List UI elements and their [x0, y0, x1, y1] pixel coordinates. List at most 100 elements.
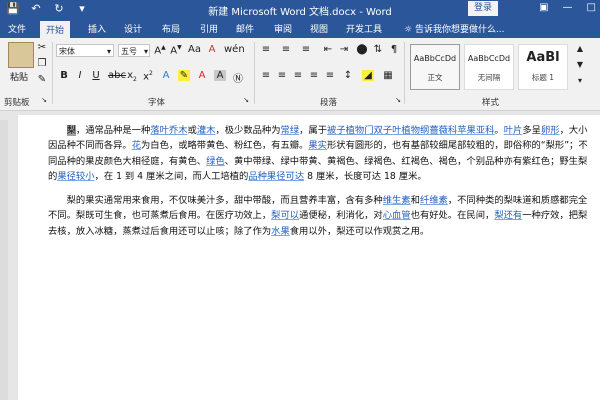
character-shading-icon[interactable]: A [214, 70, 226, 81]
paragraph-group-label: 段落 [320, 98, 338, 108]
style-name: 无间隔 [477, 73, 501, 82]
multilevel-list-icon[interactable]: ≡ [300, 44, 312, 55]
link-text[interactable]: 叶片 [504, 125, 523, 136]
chevron-down-icon: ▾ [143, 47, 148, 56]
style-name: 标题 1 [531, 73, 555, 82]
body-text: ，属于 [299, 125, 328, 136]
minimize-icon[interactable]: — [563, 2, 573, 13]
title-bar: 💾 ↶ ↻ ▾ 新建 Microsoft Word 文档.docx - Word… [0, 0, 600, 19]
window-title: 新建 Microsoft Word 文档.docx - Word [208, 7, 392, 18]
link-text[interactable]: 花 [132, 140, 141, 151]
link-text[interactable]: 梨可以 [271, 210, 299, 221]
copy-icon[interactable]: ❐ [36, 58, 48, 69]
link-text[interactable]: 双子叶植物纲 [374, 125, 430, 136]
tab-mailings[interactable]: 邮件 [236, 22, 254, 35]
borders-icon[interactable]: ▦ [382, 70, 394, 81]
distributed-icon[interactable]: ≡ [324, 70, 336, 81]
tell-me-box[interactable]: ☼ 告诉我你想要做什么... [404, 22, 505, 35]
chinese-layout-icon[interactable]: ⬤ [356, 44, 368, 55]
link-text[interactable]: 心血管 [383, 210, 411, 221]
bold-icon[interactable]: B [58, 70, 70, 81]
tab-view[interactable]: 视图 [310, 22, 328, 35]
strikethrough-icon[interactable]: abc [108, 70, 126, 81]
style-normal[interactable]: AaBbCcDd 正文 [410, 44, 460, 90]
decrease-indent-icon[interactable]: ⇤ [322, 44, 334, 55]
paragraph-2: 梨的果实通常用来食用，不仅味美汁多，甜中带酸，而且营养丰富，含有多种维生素和纤维… [48, 193, 593, 239]
enclose-characters-icon[interactable]: Ⓝ [232, 70, 244, 85]
align-right-icon[interactable]: ≡ [292, 70, 304, 81]
font-name-value: 宋体 [59, 47, 75, 56]
grow-font-icon[interactable]: A▲ [154, 44, 166, 56]
window-controls: ▣ — □ [539, 2, 596, 13]
link-text[interactable]: 品种果径可达 [248, 171, 304, 182]
tab-references[interactable]: 引用 [200, 22, 218, 35]
link-text[interactable]: 梨还有 [494, 210, 522, 221]
justify-icon[interactable]: ≡ [308, 70, 320, 81]
tab-file[interactable]: 文件 [8, 22, 26, 35]
link-text[interactable]: 卵形 [541, 125, 560, 136]
link-text[interactable]: 果实 [308, 140, 327, 151]
numbering-icon[interactable]: ≡ [280, 44, 292, 55]
ribbon-display-icon[interactable]: ▣ [539, 2, 548, 13]
tab-developer[interactable]: 开发工具 [346, 22, 382, 35]
document-page[interactable]: 梨，通常品种是一种落叶乔木或灌木，极少数品种为常绿，属于被子植物门双子叶植物纲蔷… [18, 115, 600, 400]
increase-indent-icon[interactable]: ⇥ [338, 44, 350, 55]
shrink-font-icon[interactable]: A▼ [170, 44, 182, 56]
subscript-icon[interactable]: x2 [126, 70, 138, 83]
paragraph-launcher-icon[interactable]: ↘ [392, 96, 404, 104]
link-text[interactable]: 绿色 [206, 156, 225, 167]
show-marks-icon[interactable]: ¶ [388, 44, 400, 55]
body-text: 。 [494, 125, 504, 136]
italic-icon[interactable]: I [74, 70, 86, 81]
style-heading-1[interactable]: AaBl 标题 1 [518, 44, 568, 90]
tab-design[interactable]: 设计 [124, 22, 142, 35]
chevron-down-icon: ▾ [106, 47, 111, 56]
link-text[interactable]: 蔷薇科苹果亚科 [429, 125, 494, 136]
link-text[interactable]: 落叶乔木 [150, 125, 187, 136]
phonetic-guide-icon[interactable]: wén [224, 44, 245, 55]
font-size-dropdown[interactable]: 五号 ▾ [118, 44, 150, 57]
tab-home[interactable]: 开始 [40, 21, 71, 38]
change-case-icon[interactable]: Aa [188, 44, 201, 55]
tab-review[interactable]: 审阅 [274, 22, 292, 35]
bullets-icon[interactable]: ≡ [260, 44, 272, 55]
link-text[interactable]: 纤维素 [420, 195, 448, 206]
font-color-icon[interactable]: A [196, 70, 208, 81]
styles-scroll-up-icon[interactable]: ▲ [574, 44, 586, 53]
cut-icon[interactable]: ✂ [36, 42, 48, 53]
maximize-icon[interactable]: □ [587, 2, 596, 13]
link-text[interactable]: 常绿 [281, 125, 300, 136]
link-text[interactable]: 维生素 [383, 195, 411, 206]
login-button[interactable]: 登录 [468, 1, 498, 16]
style-no-spacing[interactable]: AaBbCcDd 无间隔 [464, 44, 514, 90]
highlight-icon[interactable]: ✎ [178, 70, 190, 81]
align-center-icon[interactable]: ≡ [276, 70, 288, 81]
superscript-icon[interactable]: x2 [142, 70, 154, 82]
line-spacing-icon[interactable]: ↕ [342, 70, 354, 81]
format-painter-icon[interactable]: ✎ [36, 74, 48, 85]
align-left-icon[interactable]: ≡ [260, 70, 272, 81]
link-text[interactable]: 被子植物门 [327, 125, 374, 136]
body-text: 多呈 [522, 125, 541, 136]
link-text[interactable]: 果径较小 [57, 171, 94, 182]
sort-icon[interactable]: ⇅ [372, 44, 384, 55]
tab-insert[interactable]: 插入 [88, 22, 106, 35]
body-text: ，在 1 到 4 厘米之间，而人工培植的 [94, 171, 249, 183]
text-effects-icon[interactable]: A [160, 70, 172, 81]
link-text[interactable]: 灌木 [197, 125, 216, 136]
font-name-dropdown[interactable]: 宋体 ▾ [56, 44, 114, 57]
body-text: 和 [410, 195, 420, 206]
tab-layout[interactable]: 布局 [162, 22, 180, 35]
link-text[interactable]: 水果 [271, 226, 290, 237]
body-text: 食用以外，梨还可以作观赏之用。 [289, 225, 430, 237]
clipboard-launcher-icon[interactable]: ↘ [38, 96, 50, 104]
clear-formatting-icon[interactable]: A [206, 44, 218, 55]
tell-me-text: 告诉我你想要做什么... [414, 25, 505, 35]
paste-button-label[interactable]: 粘贴 [10, 70, 28, 83]
underline-icon[interactable]: U [90, 70, 102, 81]
font-launcher-icon[interactable]: ↘ [240, 96, 252, 104]
paste-icon[interactable] [8, 42, 34, 68]
styles-scroll-down-icon[interactable]: ▼ [574, 60, 586, 69]
styles-more-icon[interactable]: ▾ [574, 76, 586, 85]
shading-icon[interactable]: ◢ [362, 70, 374, 81]
